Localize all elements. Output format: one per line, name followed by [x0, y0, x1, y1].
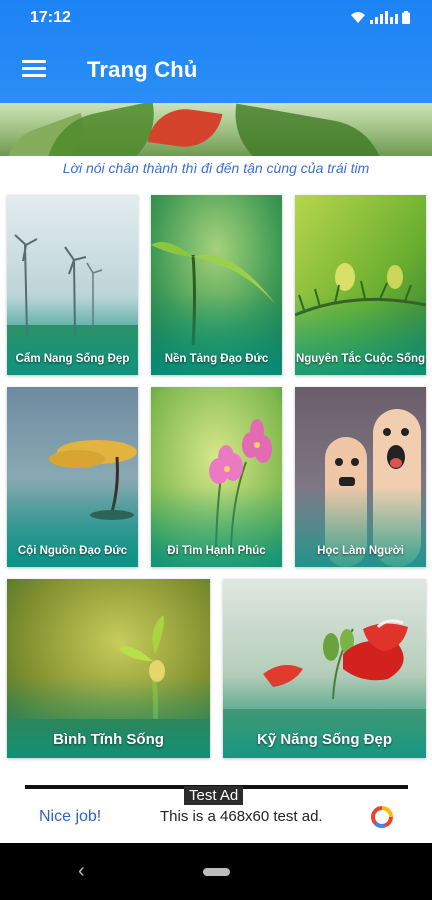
home-pill-icon[interactable] [203, 868, 230, 876]
leaves-banner-image [0, 103, 432, 156]
category-label: Đi Tìm Hạnh Phúc [167, 545, 266, 557]
status-bar: 17:12 [0, 0, 432, 36]
quote-text: Lời nói chân thành thì đi đến tận cùng c… [62, 160, 370, 176]
category-card-hoc-lam-nguoi[interactable]: Học Làm Người [295, 387, 426, 567]
category-card-binh-tinh[interactable]: Bình Tĩnh Sống [7, 579, 210, 758]
category-label: Bình Tĩnh Sống [53, 731, 164, 748]
battery-icon [402, 11, 410, 24]
category-label: Cẩm Nang Sống Đẹp [15, 353, 130, 365]
status-clock: 17:12 [30, 9, 71, 26]
category-card-nen-tang[interactable]: Nền Tảng Đạo Đức [151, 195, 282, 375]
ad-body: This is a 468x60 test ad. [160, 808, 323, 825]
category-label: Học Làm Người [317, 545, 404, 557]
app-bar: 17:12 Trang Chủ [0, 0, 432, 103]
home-screen: 17:12 Trang Chủ Lời nói chân thành thì đ… [0, 0, 432, 900]
category-card-ky-nang[interactable]: Kỹ Năng Sống Đẹp [223, 579, 426, 758]
category-label: Nguyên Tắc Cuộc Sống [295, 353, 426, 365]
page-title: Trang Chủ [87, 57, 198, 82]
ad-logo-icon[interactable] [370, 805, 394, 829]
category-card-nguyen-tac[interactable]: Nguyên Tắc Cuộc Sống [295, 195, 426, 375]
test-ad-banner[interactable]: Test Ad Nice job! This is a 468x60 test … [25, 785, 408, 840]
signal-icon [370, 11, 398, 24]
category-label: Kỹ Năng Sống Đẹp [256, 731, 392, 748]
system-nav-bar: ‹ [0, 843, 432, 900]
category-label: Nền Tảng Đạo Đức [164, 353, 269, 365]
status-icons [350, 11, 410, 24]
ad-tag: Test Ad [184, 786, 244, 805]
hamburger-menu-icon[interactable] [22, 58, 48, 80]
wifi-icon [351, 12, 365, 23]
category-card-di-tim[interactable]: Đi Tìm Hạnh Phúc [151, 387, 282, 567]
category-card-cam-nang[interactable]: Cẩm Nang Sống Đẹp [7, 195, 138, 375]
ad-headline[interactable]: Nice job! [39, 808, 101, 826]
category-label: Cội Nguồn Đạo Đức [17, 545, 128, 557]
category-card-coi-nguon[interactable]: Cội Nguồn Đạo Đức [7, 387, 138, 567]
toolbar: Trang Chủ [0, 44, 432, 100]
back-icon[interactable]: ‹ [78, 860, 85, 883]
